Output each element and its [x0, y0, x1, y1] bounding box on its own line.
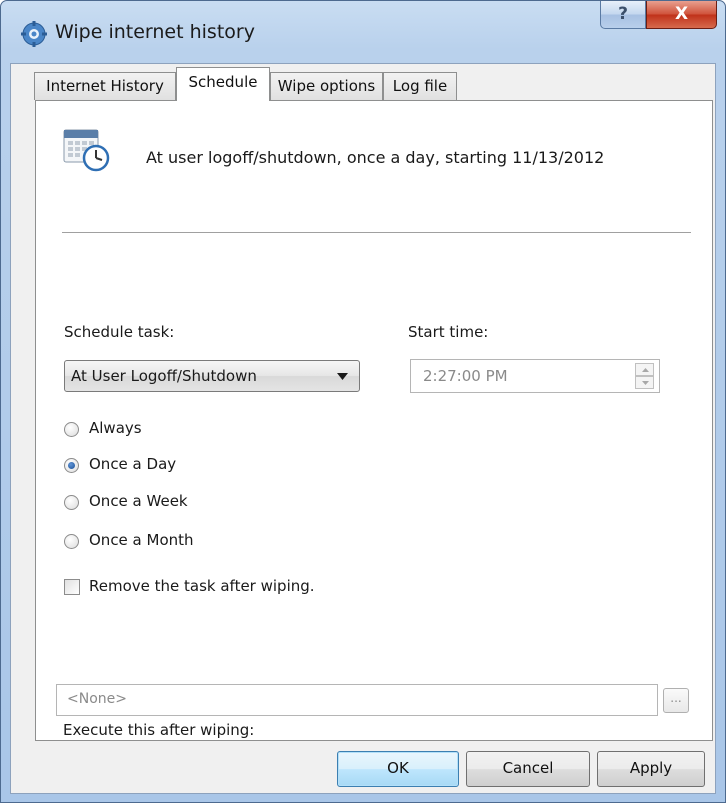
- tab-schedule[interactable]: Schedule: [176, 67, 270, 101]
- dialog-client-area: Internet History Schedule Wipe options L…: [10, 63, 716, 794]
- chevron-down-icon: [337, 373, 348, 380]
- radio-label: Once a Week: [89, 492, 188, 510]
- spin-down-button[interactable]: [635, 376, 654, 389]
- tab-wipe-options[interactable]: Wipe options: [270, 72, 383, 100]
- apply-button[interactable]: Apply: [597, 751, 705, 787]
- calendar-clock-icon: [63, 129, 110, 172]
- divider: [62, 232, 691, 233]
- radio-label: Once a Month: [89, 531, 194, 549]
- help-button[interactable]: ?: [600, 1, 646, 29]
- start-time-label: Start time:: [408, 323, 489, 341]
- tab-internet-history[interactable]: Internet History: [34, 72, 176, 100]
- chevron-down-icon: [642, 381, 649, 385]
- radio-label: Always: [89, 419, 142, 437]
- gear-globe-icon: [21, 21, 47, 47]
- schedule-summary: At user logoff/shutdown, once a day, sta…: [146, 148, 605, 167]
- close-button[interactable]: X: [646, 1, 717, 29]
- ok-button[interactable]: OK: [337, 751, 459, 787]
- execute-path-field[interactable]: <None>: [56, 684, 658, 716]
- radio-button[interactable]: [64, 422, 79, 437]
- start-time-value: 2:27:00 PM: [423, 367, 508, 385]
- cancel-button[interactable]: Cancel: [466, 751, 590, 787]
- spin-up-button[interactable]: [635, 363, 654, 376]
- time-spinner[interactable]: [635, 363, 654, 389]
- tab-log-file[interactable]: Log file: [383, 72, 457, 100]
- radio-button[interactable]: [64, 495, 79, 510]
- window-title: Wipe internet history: [55, 21, 255, 43]
- dialog-window: Wipe internet history ? X Internet Histo…: [0, 0, 726, 803]
- checkbox-label: Remove the task after wiping.: [89, 577, 315, 595]
- schedule-task-label: Schedule task:: [64, 323, 175, 341]
- radio-button-checked[interactable]: [64, 458, 79, 473]
- browse-button[interactable]: ...: [663, 688, 689, 713]
- schedule-panel: At user logoff/shutdown, once a day, sta…: [35, 100, 713, 741]
- execute-label: Execute this after wiping:: [63, 721, 255, 739]
- radio-label: Once a Day: [89, 455, 177, 473]
- schedule-task-dropdown[interactable]: At User Logoff/Shutdown: [64, 360, 360, 392]
- radio-button[interactable]: [64, 534, 79, 549]
- chevron-up-icon: [642, 368, 649, 372]
- title-bar[interactable]: Wipe internet history ? X: [1, 1, 725, 63]
- checkbox[interactable]: [64, 579, 80, 595]
- execute-path-value: <None>: [67, 691, 127, 707]
- start-time-field[interactable]: 2:27:00 PM: [410, 359, 660, 393]
- schedule-task-value: At User Logoff/Shutdown: [71, 367, 257, 385]
